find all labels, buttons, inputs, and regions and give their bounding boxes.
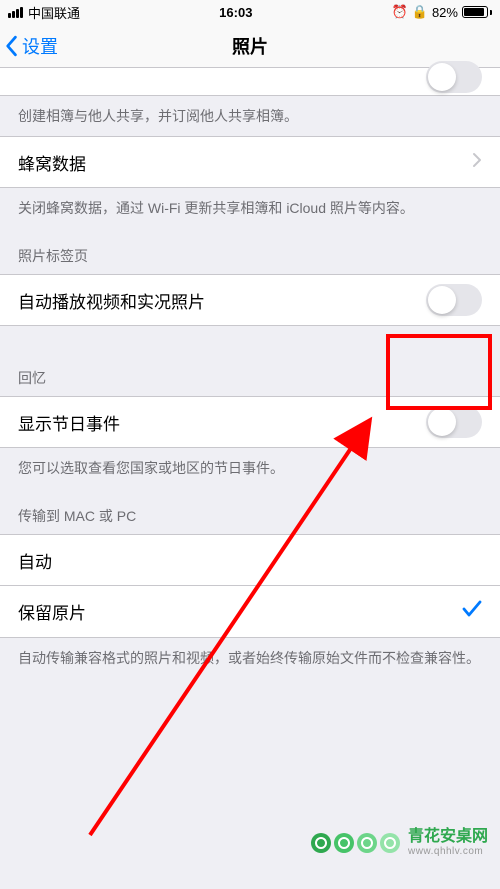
cellular-footer: 关闭蜂窝数据，通过 Wi-Fi 更新共享相簿和 iCloud 照片等内容。 [0,188,500,228]
cellular-label: 蜂窝数据 [18,150,472,175]
nav-bar: 设置 照片 [0,24,500,68]
watermark-logo [311,833,400,853]
watermark-title: 青花安桌网 [408,828,488,846]
transfer-header: 传输到 MAC 或 PC [0,488,500,534]
autoplay-label: 自动播放视频和实况照片 [18,288,426,313]
status-time: 16:03 [219,5,252,20]
memories-footer: 您可以选取查看您国家或地区的节日事件。 [0,448,500,488]
photos-tab-header: 照片标签页 [0,228,500,274]
status-bar: 中国联通 16:03 ⏰ 🔒 82% [0,0,500,24]
watermark-url: www.qhhlv.com [408,846,488,857]
transfer-keep-original-row[interactable]: 保留原片 [0,586,500,638]
rotation-lock-icon: 🔒 [412,4,428,20]
cellular-row[interactable]: 蜂窝数据 [0,136,500,188]
autoplay-toggle[interactable] [426,284,482,316]
transfer-footer: 自动传输兼容格式的照片和视频，或者始终传输原始文件而不检查兼容性。 [0,638,500,678]
memories-header: 回忆 [0,326,500,396]
autoplay-row: 自动播放视频和实况照片 [0,274,500,326]
page-title: 照片 [232,33,268,59]
show-holidays-row: 显示节日事件 [0,396,500,448]
signal-icon [8,7,23,18]
shared-albums-toggle[interactable] [426,61,482,93]
show-holidays-label: 显示节日事件 [18,410,426,435]
battery-percent: 82% [432,5,458,20]
shared-albums-row-partial [0,68,500,96]
transfer-keep-original-label: 保留原片 [18,599,462,624]
transfer-auto-row[interactable]: 自动 [0,534,500,586]
chevron-left-icon [4,35,18,57]
carrier-label: 中国联通 [28,3,80,22]
transfer-auto-label: 自动 [18,548,482,573]
battery-icon [462,6,492,18]
chevron-right-icon [472,152,482,173]
status-left: 中国联通 [8,3,80,22]
checkmark-icon [462,600,482,623]
alarm-icon: ⏰ [392,4,408,20]
back-button[interactable]: 设置 [4,33,58,59]
watermark: 青花安桌网 www.qhhlv.com [311,828,488,857]
shared-albums-footer: 创建相簿与他人共享，并订阅他人共享相簿。 [0,96,500,136]
back-label: 设置 [22,33,58,59]
status-right: ⏰ 🔒 82% [392,4,492,20]
show-holidays-toggle[interactable] [426,406,482,438]
